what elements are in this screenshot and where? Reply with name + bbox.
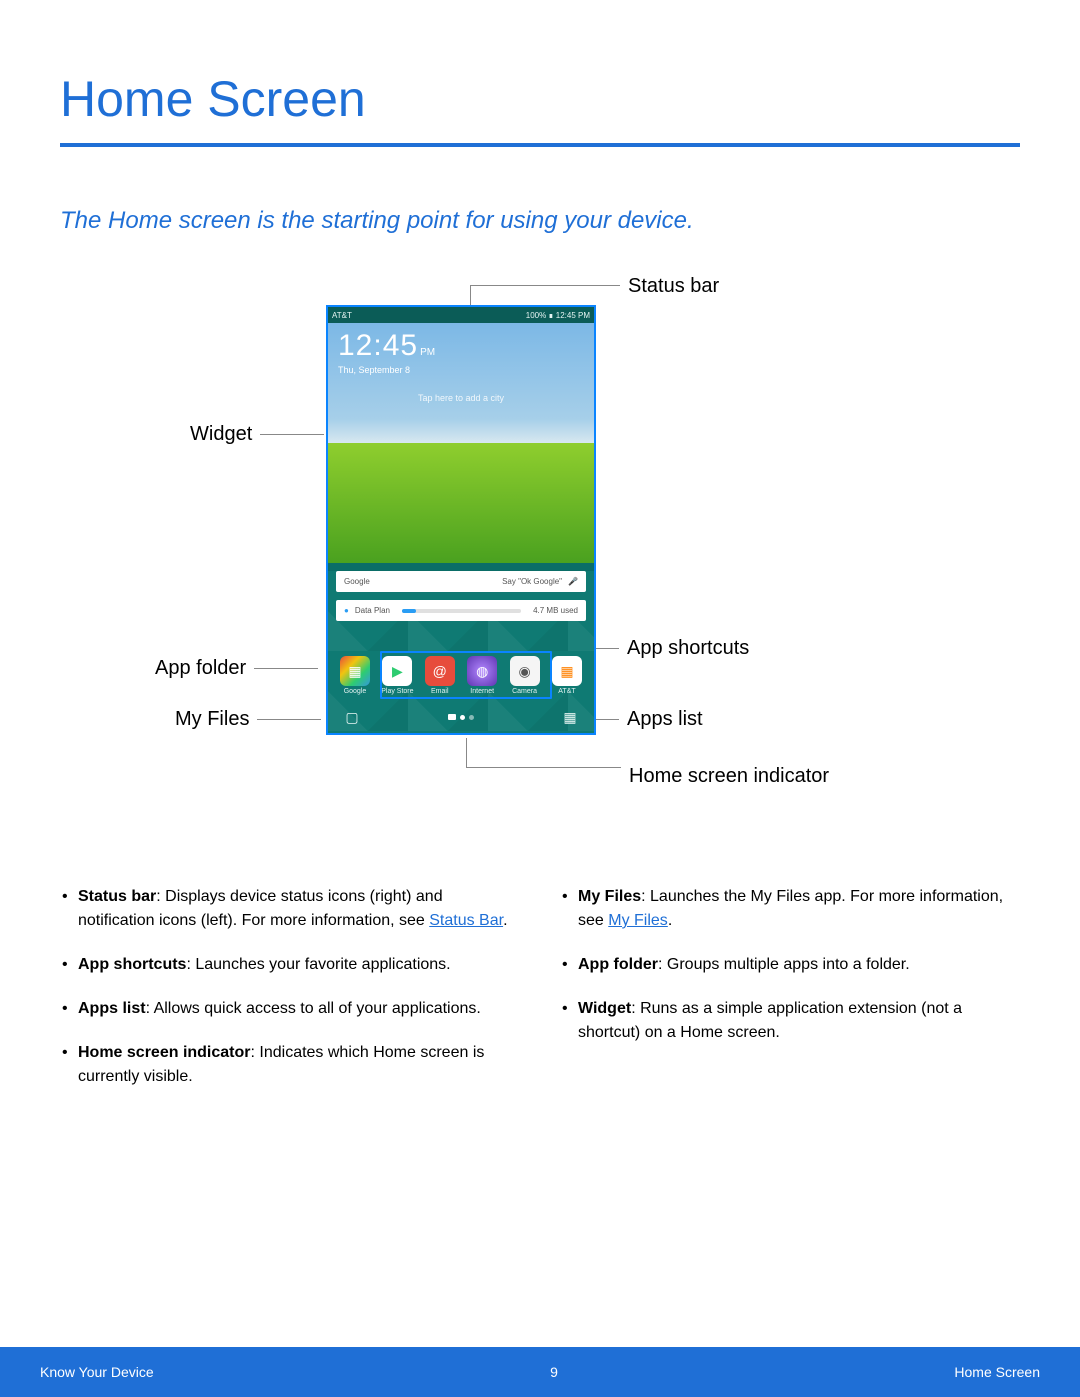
intro-text: The Home screen is the starting point fo…: [0, 147, 1080, 235]
bullet-term: Apps list: [78, 1000, 146, 1017]
data-plan-bar: [402, 609, 521, 613]
google-hint: Say "Ok Google": [502, 577, 562, 586]
wallpaper: 12:45PM Thu, September 8 Tap here to add…: [328, 323, 594, 563]
globe-icon: ●: [344, 606, 349, 615]
status-bar: AT&T 100% ∎ 12:45 PM: [328, 307, 594, 323]
camera-icon: ◉: [510, 656, 540, 686]
bullet-term: Status bar: [78, 888, 156, 905]
footer-left: Know Your Device: [40, 1364, 154, 1380]
home-indicator-dots: [448, 714, 474, 720]
bullet-item: Status bar: Displays device status icons…: [60, 885, 520, 933]
callout-apps-list: Apps list: [595, 708, 703, 731]
bullet-term: Widget: [578, 1000, 631, 1017]
bullet-item: Widget: Runs as a simple application ext…: [560, 997, 1020, 1045]
footer-right: Home Screen: [954, 1364, 1040, 1380]
bullet-col-left: Status bar: Displays device status icons…: [60, 885, 520, 1109]
callout-my-files: My Files: [175, 708, 321, 731]
bullet-item: App folder: Groups multiple apps into a …: [560, 953, 1020, 977]
dock-label: Internet: [463, 688, 501, 695]
callout-label: Status bar: [628, 275, 719, 298]
play-store-icon: ▶: [382, 656, 412, 686]
callout-elbow: [466, 738, 621, 778]
internet-icon: ◍: [467, 656, 497, 686]
apps-list-icon: ▦: [560, 707, 580, 727]
dock-label: Email: [421, 688, 459, 695]
callout-line: [257, 719, 321, 720]
data-plan-used: 4.7 MB used: [533, 606, 578, 615]
bullet-item: Home screen indicator: Indicates which H…: [60, 1041, 520, 1089]
my-files-icon: ▢: [342, 707, 362, 727]
dock-att-folder: ▦ AT&T: [548, 656, 586, 695]
callout-line: [595, 719, 619, 720]
inline-link[interactable]: My Files: [608, 912, 668, 929]
footer-page-number: 9: [550, 1364, 558, 1380]
callout-line: [260, 434, 324, 435]
status-carrier: AT&T: [332, 311, 352, 320]
page-footer: Know Your Device 9 Home Screen: [0, 1347, 1080, 1397]
dock-google-folder: ▦ Google: [336, 656, 374, 695]
mic-icon: 🎤: [568, 577, 578, 586]
callout-app-folder: App folder: [155, 657, 318, 680]
data-plan-label: Data Plan: [355, 606, 390, 615]
bullet-item: My Files: Launches the My Files app. For…: [560, 885, 1020, 933]
callout-label: My Files: [175, 708, 249, 731]
bullet-col-right: My Files: Launches the My Files app. For…: [560, 885, 1020, 1109]
att-folder-icon: ▦: [552, 656, 582, 686]
bullet-term: My Files: [578, 888, 641, 905]
diagram-area: Widget App folder My Files Status bar Ap…: [0, 275, 1080, 835]
callout-line: [254, 668, 318, 669]
device-screenshot: AT&T 100% ∎ 12:45 PM 12:45PM Thu, Septem…: [326, 305, 596, 735]
dock-email: @ Email: [421, 656, 459, 695]
bullet-item: Apps list: Allows quick access to all of…: [60, 997, 520, 1021]
dock-label: Google: [336, 688, 374, 695]
google-logo-text: Google: [344, 577, 370, 586]
status-right: 100% ∎ 12:45 PM: [526, 311, 590, 320]
dock-play-store: ▶ Play Store: [378, 656, 416, 695]
tap-hint: Tap here to add a city: [328, 393, 594, 403]
bullet-term: App folder: [578, 956, 658, 973]
clock-date: Thu, September 8: [338, 365, 435, 375]
google-folder-icon: ▦: [340, 656, 370, 686]
callout-label: Apps list: [627, 708, 703, 731]
callout-label: App folder: [155, 657, 246, 680]
clock-widget: 12:45PM Thu, September 8: [338, 329, 435, 375]
dock-internet: ◍ Internet: [463, 656, 501, 695]
app-dock: ▦ Google ▶ Play Store @ Email ◍ Internet…: [336, 656, 586, 695]
bullet-columns: Status bar: Displays device status icons…: [0, 835, 1080, 1109]
nav-bar: ▢ ▦: [328, 707, 594, 727]
bullet-item: App shortcuts: Launches your favorite ap…: [60, 953, 520, 977]
callout-home-indicator: Home screen indicator: [466, 765, 829, 788]
data-plan-card: ● Data Plan 4.7 MB used: [336, 600, 586, 621]
callout-label: Widget: [190, 423, 252, 446]
wallpaper-grass: [328, 443, 594, 563]
inline-link[interactable]: Status Bar: [429, 912, 503, 929]
email-icon: @: [425, 656, 455, 686]
page-title: Home Screen: [0, 0, 1080, 143]
bullet-term: App shortcuts: [78, 956, 186, 973]
clock-time: 12:45: [338, 329, 418, 362]
callout-label: App shortcuts: [627, 637, 749, 660]
callout-widget: Widget: [190, 423, 324, 446]
dock-camera: ◉ Camera: [506, 656, 544, 695]
google-search-card: Google Say "Ok Google" 🎤: [336, 571, 586, 592]
dock-label: AT&T: [548, 688, 586, 695]
clock-ampm: PM: [420, 347, 435, 358]
dock-label: Camera: [506, 688, 544, 695]
callout-label: Home screen indicator: [629, 765, 829, 788]
dock-label: Play Store: [378, 688, 416, 695]
bullet-term: Home screen indicator: [78, 1044, 251, 1061]
